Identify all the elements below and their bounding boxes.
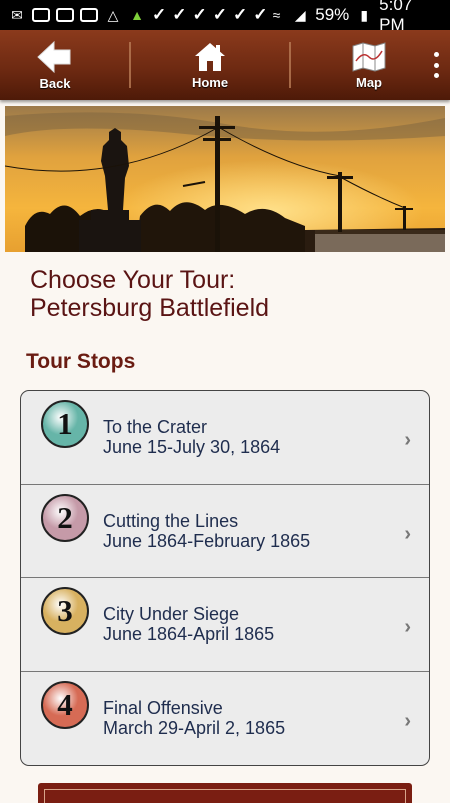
tour-stop-text: To the Crater June 15-July 30, 1864 (103, 417, 280, 457)
tour-stops-list: 1 To the Crater June 15-July 30, 1864 › … (20, 390, 430, 766)
download-done-icon: ✓ (253, 5, 268, 24)
map-button[interactable]: Map (314, 30, 424, 100)
download-done-icon: ✓ (233, 5, 248, 24)
drive-icon: △ (107, 7, 119, 23)
home-label: Home (191, 74, 229, 90)
tour-stop-item[interactable]: 3 City Under Siege June 1864-April 1865 … (21, 578, 429, 672)
tour-stop-name: Cutting the Lines (103, 510, 239, 531)
notification-icons: ✉ △ ▲ ✓ ✓ ✓ ✓ ✓ ✓ (8, 5, 268, 25)
tour-stop-dates: June 1864-April 1865 (103, 624, 275, 644)
map-label: Map (356, 74, 382, 90)
home-icon (195, 42, 225, 71)
wifi-icon: ≈ (272, 7, 281, 23)
tour-stop-name: Final Offensive (103, 697, 223, 718)
tour-stop-dates: June 1864-February 1865 (103, 530, 311, 551)
title-line-2: Petersburg Battlefield (30, 294, 270, 322)
back-button[interactable]: Back (0, 30, 110, 100)
tour-stop-item[interactable]: 1 To the Crater June 15-July 30, 1864 › (21, 391, 429, 485)
stop-number-badge: 4 (41, 680, 89, 729)
mail-icon (56, 8, 74, 22)
chevron-right-icon: › (404, 429, 411, 451)
battery-icon: ▮ (360, 7, 369, 23)
title-line-1: Choose Your Tour: (30, 266, 236, 294)
status-bar: ✉ △ ▲ ✓ ✓ ✓ ✓ ✓ ✓ ≈ ◢ 59% ▮ 5:07 PM (0, 0, 450, 34)
download-done-icon: ✓ (212, 5, 227, 24)
stop-number-badge: 2 (41, 493, 89, 542)
download-done-icon: ✓ (172, 5, 187, 24)
chevron-right-icon: › (404, 709, 411, 732)
home-button[interactable]: Home (155, 30, 265, 100)
nav-divider (129, 42, 131, 88)
photo-icon (80, 8, 98, 22)
tour-stop-text: City Under Siege June 1864-April 1865 (103, 604, 274, 644)
tour-stop-name: To the Crater (103, 417, 208, 437)
tour-stop-dates: March 29-April 2, 1865 (103, 717, 286, 738)
tour-stop-dates: June 15-July 30, 1864 (103, 437, 281, 457)
overflow-menu-icon[interactable] (430, 52, 442, 78)
section-heading: Tour Stops (26, 350, 136, 373)
signal-icon: ◢ (294, 7, 306, 23)
download-done-icon: ✓ (192, 5, 207, 24)
tour-stop-item[interactable]: 4 Final Offensive March 29-April 2, 1865… (21, 672, 429, 766)
chevron-right-icon: › (404, 522, 411, 545)
page-title: Choose Your Tour: Petersburg Battlefield (30, 266, 430, 322)
nav-bar: Back Home Map (0, 30, 450, 100)
stop-number-badge: 3 (41, 587, 89, 635)
messages-icon: ✉ (11, 7, 23, 23)
android-icon: ▲ (130, 7, 144, 23)
download-done-icon: ✓ (152, 5, 167, 24)
map-icon (352, 41, 386, 72)
tour-stop-item[interactable]: 2 Cutting the Lines June 1864-February 1… (21, 485, 429, 578)
hero-image (5, 106, 445, 252)
tour-stop-text: Cutting the Lines June 1864-February 186… (103, 511, 310, 551)
nav-divider (289, 42, 291, 88)
tour-stop-text: Final Offensive March 29-April 2, 1865 (103, 698, 285, 738)
back-label: Back (39, 75, 71, 91)
battery-percent: 59% (315, 5, 350, 24)
back-arrow-icon (37, 40, 71, 73)
mail-icon (32, 8, 50, 22)
stop-number-badge: 1 (41, 400, 89, 448)
chevron-right-icon: › (404, 616, 411, 638)
tour-stop-name: City Under Siege (103, 604, 240, 624)
bottom-banner[interactable] (38, 783, 412, 803)
